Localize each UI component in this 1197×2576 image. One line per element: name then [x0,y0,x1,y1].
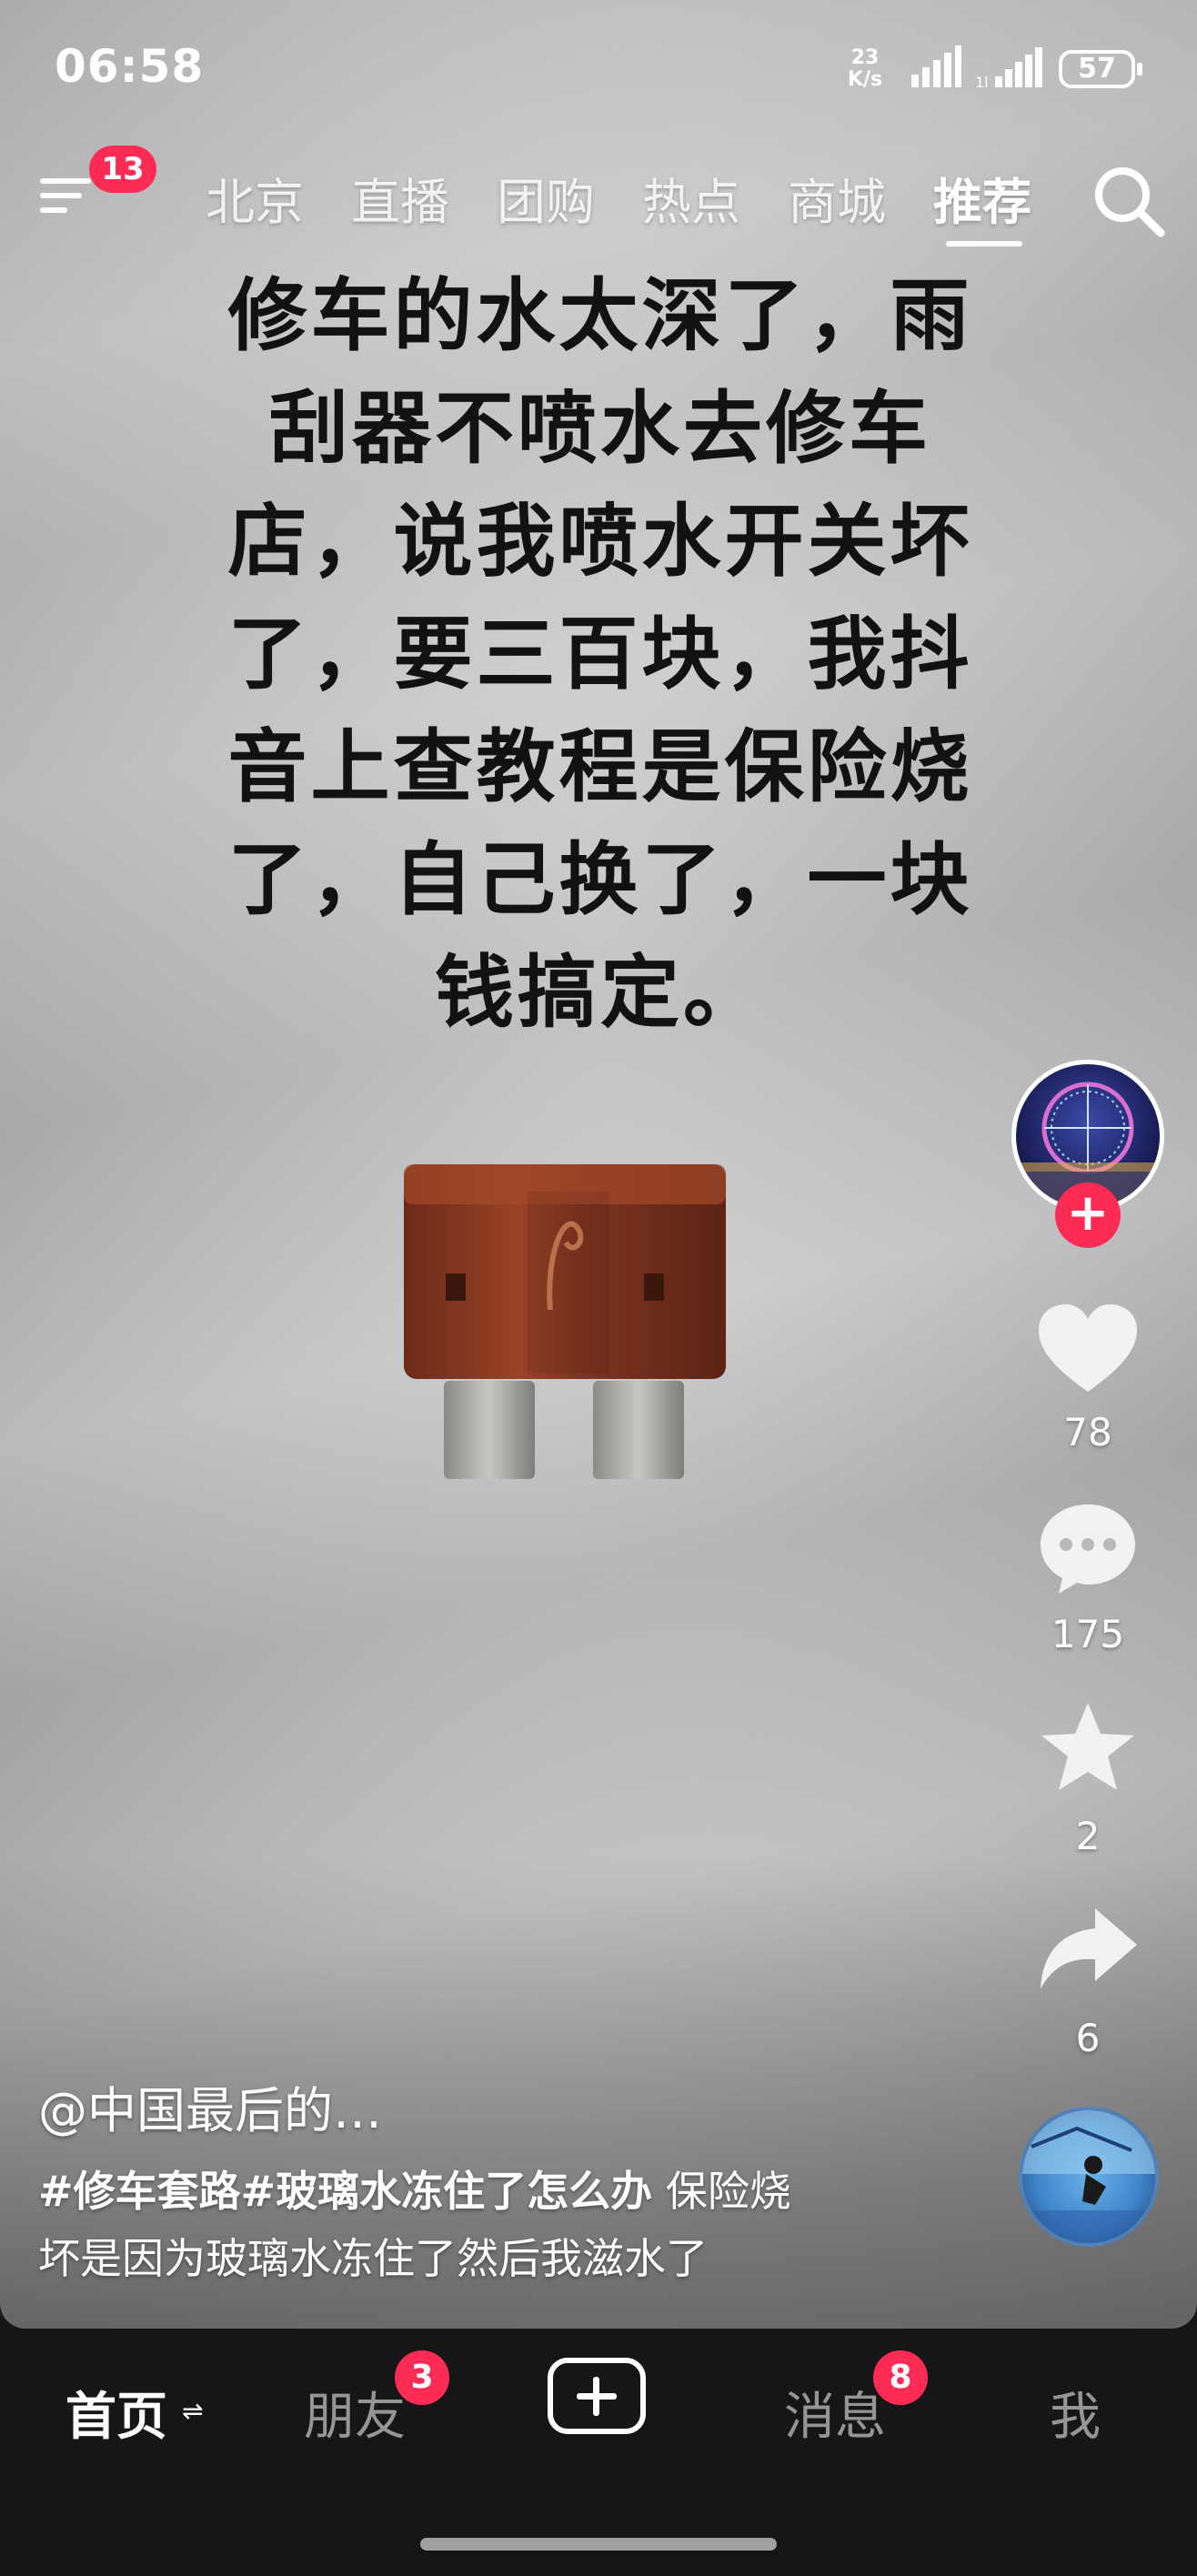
star-icon[interactable] [1033,1699,1142,1799]
top-nav: 13 北京 直播 团购 热点 商城 推荐 [0,146,1197,255]
status-bar: 06:58 23 K/s 1l 57 [0,0,1197,136]
overlay-line: 刮器不喷水去修车 [269,382,931,475]
create-button[interactable] [548,2358,646,2434]
comment-count: 175 [1051,1612,1125,1656]
nav-friends[interactable]: 朋友 [304,2376,406,2450]
overlay-line: 音上查教程是保险烧 [227,720,973,813]
cell-signal-2-icon: 1l [975,47,1042,91]
feed-switch-icon[interactable]: ⇌ [182,2396,203,2426]
share-icon[interactable] [1033,1901,1142,2001]
tab-trending[interactable]: 热点 [642,162,740,234]
tab-recommended[interactable]: 推荐 [933,162,1031,234]
nav-home[interactable]: 首页 [65,2376,167,2450]
clock: 06:58 [55,40,205,93]
overlay-line: 钱搞定。 [435,946,766,1039]
video-caption[interactable]: #修车套路#玻璃水冻住了怎么办 保险烧 坏是因为玻璃水冻住了然后我滋水了 [38,2158,948,2292]
like-count: 78 [1063,1410,1112,1454]
overlay-line: 店，说我喷水开关坏 [227,495,973,588]
caption-text: 保险烧 [652,2167,791,2216]
nav-me[interactable]: 我 [1050,2376,1101,2450]
menu-badge: 13 [89,146,156,193]
friends-badge: 3 [395,2350,449,2405]
home-indicator[interactable] [420,2538,777,2551]
cell-signal-icon [911,45,961,87]
active-tab-indicator [946,241,1022,247]
favorite-count: 2 [1075,1814,1101,1858]
overlay-line: 修车的水太深了，雨 [227,269,973,362]
messages-badge: 8 [873,2350,928,2405]
network-speed-unit: K/s [847,68,883,91]
network-speed-value: 23 [850,46,880,69]
search-icon[interactable] [1088,160,1170,242]
tab-mall[interactable]: 商城 [788,162,886,234]
caption-text-line-2: 坏是因为玻璃水冻住了然后我滋水了 [38,2234,708,2283]
overlay-line: 了，自己换了，一块 [227,833,973,926]
tab-live[interactable]: 直播 [351,162,449,234]
video-overlay-text: 修车的水太深了，雨 刮器不喷水去修车 店，说我喷水开关坏 了，要三百块，我抖 音… [146,259,1055,1049]
battery-indicator: 57 [1059,50,1142,88]
svg-text:1l: 1l [975,74,989,91]
author-name[interactable]: @中国最后的… [38,2070,382,2142]
overlay-line: 了，要三百块，我抖 [227,608,973,700]
hashtags[interactable]: #修车套路#玻璃水冻住了怎么办 [38,2167,652,2216]
tab-beijing[interactable]: 北京 [206,162,304,234]
tab-group-buy[interactable]: 团购 [497,162,595,234]
heart-icon[interactable] [1033,1301,1142,1401]
music-disc[interactable] [1019,2107,1159,2247]
share-count: 6 [1075,2016,1101,2060]
follow-button[interactable]: + [1055,1182,1121,1248]
music-disc-image [1022,2110,1155,2243]
nav-home-label: 首页 [65,2388,167,2447]
comment-icon[interactable] [1033,1499,1142,1599]
nav-messages[interactable]: 消息 [784,2376,886,2450]
fuse-image [404,1164,726,1479]
network-speed: 23 K/s [844,47,886,91]
